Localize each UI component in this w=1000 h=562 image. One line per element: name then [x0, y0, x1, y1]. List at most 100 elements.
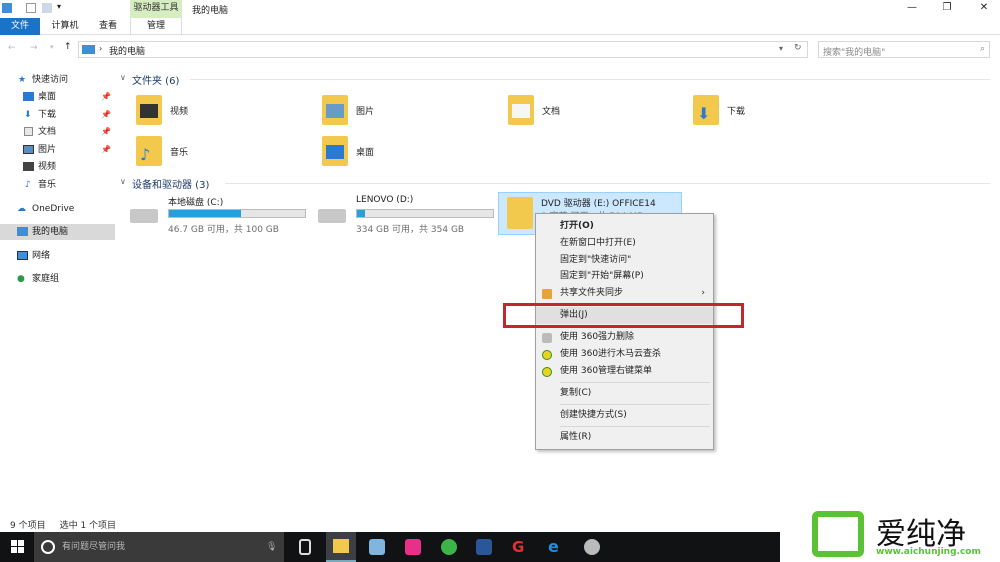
address-bar[interactable]: › 我的电脑 ▾ ↻: [78, 41, 808, 58]
sidebar-item-downloads[interactable]: ⬇ 下载 📌: [0, 107, 115, 123]
close-button[interactable]: ✕: [977, 2, 991, 13]
sidebar-item-label: 我的电脑: [32, 227, 69, 237]
cloud-icon: ☁: [17, 204, 26, 214]
drive-free-space: 46.7 GB 可用，共 100 GB: [168, 225, 279, 235]
sidebar-item-pictures[interactable]: 图片 📌: [0, 142, 115, 158]
sidebar-item-documents[interactable]: 文档 📌: [0, 124, 115, 140]
highlight-annotation-box: [503, 303, 744, 328]
start-button[interactable]: [11, 540, 24, 553]
desktop-icon: [23, 92, 34, 101]
microphone-icon[interactable]: 🎙: [266, 532, 277, 562]
drive-tools-tab-header: 驱动器工具: [130, 0, 182, 18]
drive-name: LENOVO (D:): [356, 195, 414, 205]
tab-computer[interactable]: 计算机: [45, 18, 85, 35]
sidebar-item-videos[interactable]: 视频: [0, 159, 115, 175]
hard-drive-windows-icon: [130, 209, 158, 223]
menu-item-properties[interactable]: 属性(R): [536, 429, 713, 446]
drives-section-header[interactable]: 设备和驱动器 (3): [132, 176, 209, 191]
sidebar-item-quick-access[interactable]: ★ 快速访问: [0, 72, 115, 88]
sidebar-item-desktop[interactable]: 桌面 📌: [0, 89, 115, 105]
video-folder-icon: [136, 95, 162, 125]
tab-view[interactable]: 查看: [88, 18, 128, 35]
folder-videos[interactable]: 视频: [136, 95, 316, 135]
menu-item-open-new-window[interactable]: 在新窗口中打开(E): [536, 235, 713, 252]
sidebar-item-label: 网络: [32, 251, 51, 261]
sidebar-item-homegroup[interactable]: ● 家庭组: [0, 271, 115, 287]
download-icon: ⬇: [24, 110, 32, 120]
drive-d[interactable]: LENOVO (D:) 334 GB 可用，共 354 GB: [318, 195, 503, 237]
sidebar-item-music[interactable]: ♪ 音乐: [0, 177, 115, 193]
task-view-icon[interactable]: [299, 539, 311, 555]
menu-item-360-delete[interactable]: 使用 360强力删除: [536, 329, 713, 346]
menu-item-pin-quick-access[interactable]: 固定到"快速访问": [536, 252, 713, 269]
context-menu: 打开(O) 在新窗口中打开(E) 固定到"快速访问" 固定到"开始"屏幕(P) …: [535, 213, 714, 450]
item-count: 9 个项目: [10, 521, 46, 531]
tab-manage[interactable]: 管理: [130, 18, 182, 35]
sidebar-item-label: 音乐: [38, 180, 57, 190]
video-icon: [23, 162, 34, 171]
address-dropdown[interactable]: ▾: [779, 44, 783, 53]
watermark-logo: 爱纯净 www.aichunjing.com: [780, 505, 1000, 562]
folder-label: 图片: [356, 107, 375, 117]
customize-quick-access-icon[interactable]: ▾: [57, 2, 61, 11]
collapse-drives-icon[interactable]: ∨: [120, 177, 126, 186]
menu-item-open[interactable]: 打开(O): [536, 218, 713, 235]
menu-item-360-scan[interactable]: 使用 360进行木马云查杀: [536, 346, 713, 363]
file-explorer-icon: [333, 539, 349, 553]
drive-name: 本地磁盘 (C:): [168, 198, 224, 208]
dvd-drive-icon: [507, 197, 533, 229]
360-icon: [542, 367, 552, 377]
taskbar-word-icon[interactable]: [476, 539, 492, 555]
drive-c[interactable]: 本地磁盘 (C:) 46.7 GB 可用，共 100 GB: [130, 195, 315, 237]
up-button[interactable]: ↑: [64, 42, 72, 52]
menu-item-create-shortcut[interactable]: 创建快捷方式(S): [536, 407, 713, 424]
folder-label: 视频: [170, 107, 189, 117]
star-icon: ★: [18, 75, 27, 85]
sidebar-item-label: 视频: [38, 162, 57, 172]
folder-downloads[interactable]: ⬇ 下载: [693, 95, 873, 135]
drive-free-space: 334 GB 可用，共 354 GB: [356, 225, 465, 235]
sidebar-item-this-pc[interactable]: 我的电脑: [0, 224, 115, 240]
maximize-button[interactable]: ❐: [940, 2, 954, 13]
360-icon: [542, 350, 552, 360]
taskbar-app-icon[interactable]: G: [512, 539, 528, 555]
sidebar-item-onedrive[interactable]: ☁ OneDrive: [0, 201, 115, 217]
taskbar-file-explorer[interactable]: [326, 532, 356, 562]
forward-button[interactable]: →: [30, 43, 38, 53]
collapse-folders-icon[interactable]: ∨: [120, 73, 126, 82]
properties-icon[interactable]: [26, 3, 36, 13]
taskbar-search[interactable]: 有问题尽管问我 🎙: [34, 532, 284, 562]
tab-file[interactable]: 文件: [0, 18, 40, 35]
menu-item-pin-start[interactable]: 固定到"开始"屏幕(P): [536, 268, 713, 285]
back-button[interactable]: ←: [8, 43, 16, 53]
hard-drive-icon: [318, 209, 346, 223]
taskbar-app-icon[interactable]: [405, 539, 421, 555]
recent-dropdown[interactable]: ▾: [50, 43, 54, 51]
folder-label: 桌面: [356, 148, 375, 158]
menu-item-share-sync[interactable]: 共享文件夹同步 ›: [536, 285, 713, 302]
menu-item-copy[interactable]: 复制(C): [536, 385, 713, 402]
selected-count: 选中 1 个项目: [59, 521, 117, 531]
folders-section-header[interactable]: 文件夹 (6): [132, 72, 179, 87]
sidebar-item-network[interactable]: 网络: [0, 248, 115, 264]
submenu-arrow-icon: ›: [701, 288, 705, 298]
taskbar-app-icon[interactable]: [369, 539, 385, 555]
taskbar-browser-icon[interactable]: [441, 539, 457, 555]
new-folder-icon[interactable]: [42, 3, 52, 13]
computer-icon: [82, 45, 95, 54]
documents-folder-icon: [508, 95, 534, 125]
homegroup-icon: ●: [17, 274, 25, 284]
drive-usage-bar: [356, 209, 494, 218]
breadcrumb[interactable]: 我的电脑: [109, 44, 145, 57]
window-title: 我的电脑: [192, 6, 229, 16]
taskbar-app-icon[interactable]: [584, 539, 600, 555]
folder-music[interactable]: ♪ 音乐: [136, 136, 316, 176]
folder-pictures[interactable]: 图片: [322, 95, 502, 135]
search-input[interactable]: 搜索"我的电脑" ⌕: [818, 41, 990, 58]
folder-desktop[interactable]: 桌面: [322, 136, 502, 176]
minimize-button[interactable]: —: [905, 2, 919, 13]
internet-explorer-icon[interactable]: e: [548, 539, 564, 555]
menu-item-360-manage[interactable]: 使用 360管理右键菜单: [536, 363, 713, 380]
folder-documents[interactable]: 文档: [508, 95, 688, 135]
refresh-button[interactable]: ↻: [794, 43, 802, 53]
